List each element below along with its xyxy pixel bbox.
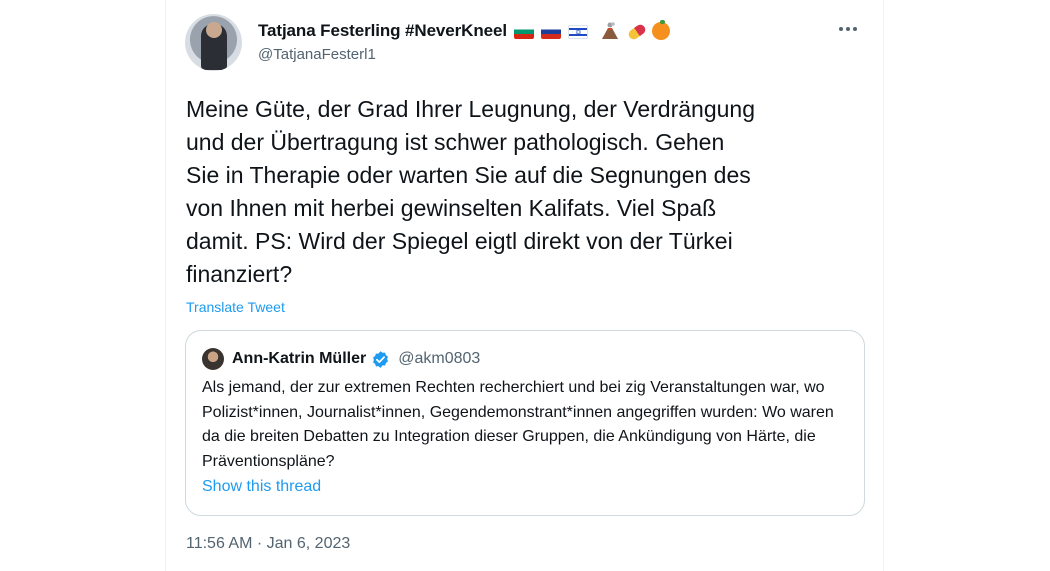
author-avatar[interactable] <box>185 14 242 71</box>
volcano-icon <box>601 22 618 39</box>
quoted-author-avatar[interactable] <box>202 348 224 370</box>
quoted-tweet-text: Als jemand, der zur extremen Rechten rec… <box>202 379 834 470</box>
author-handle[interactable]: @TatjanaFesterl1 <box>258 46 376 63</box>
more-dot <box>839 27 843 31</box>
verified-badge-icon <box>373 350 389 368</box>
tweet-card: Tatjana Festerling #NeverKneel ✡ @Tatjan… <box>165 0 884 571</box>
quoted-author-handle[interactable]: @akm0803 <box>398 350 480 368</box>
quoted-author-name[interactable]: Ann-Katrin Müller <box>232 350 366 368</box>
avatar-face <box>206 22 222 38</box>
translate-tweet-link[interactable]: Translate Tweet <box>186 299 285 315</box>
flag-israel-icon: ✡ <box>567 25 588 39</box>
more-dot <box>853 27 857 31</box>
tweet-timestamp[interactable]: 11:56 AM · Jan 6, 2023 <box>186 535 350 553</box>
more-dot <box>846 27 850 31</box>
more-options-icon[interactable] <box>833 18 863 40</box>
orange-icon <box>651 20 670 40</box>
quoted-tweet[interactable]: Ann-Katrin Müller @akm0803 Als jemand, d… <box>185 330 865 516</box>
author-display-name[interactable]: Tatjana Festerling #NeverKneel <box>258 21 507 41</box>
tweet-text: Meine Güte, der Grad Ihrer Leugnung, der… <box>186 96 755 287</box>
quoted-tweet-header: Ann-Katrin Müller @akm0803 <box>202 348 480 370</box>
flag-bulgaria-icon <box>513 25 534 39</box>
author-name-row: Tatjana Festerling #NeverKneel ✡ <box>258 20 670 42</box>
flag-russia-icon <box>540 25 561 39</box>
show-thread-link[interactable]: Show this thread <box>202 478 321 496</box>
pill-icon <box>626 22 648 42</box>
